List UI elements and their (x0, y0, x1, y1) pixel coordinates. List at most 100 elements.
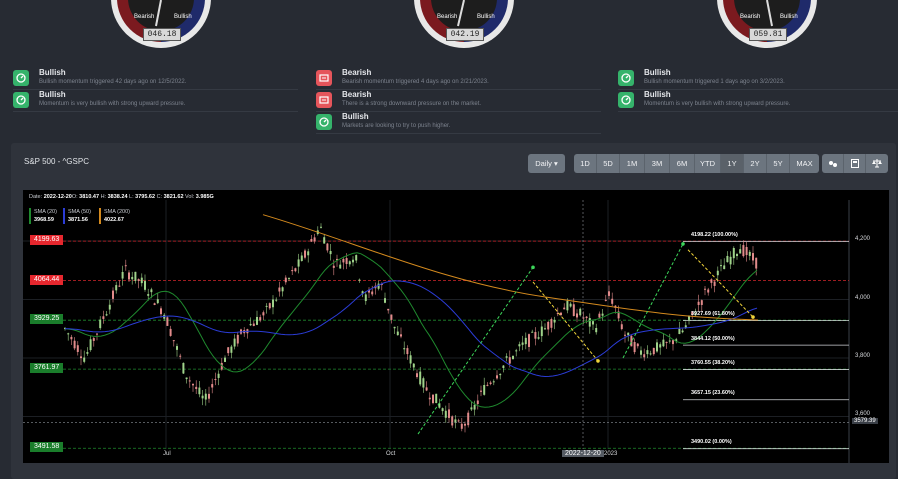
range-1y[interactable]: 1Y (721, 154, 744, 173)
candle (403, 348, 406, 350)
candle (169, 328, 172, 336)
range-1d[interactable]: 1D (574, 154, 597, 173)
candle (137, 279, 140, 281)
candle (310, 239, 313, 242)
candle (230, 346, 233, 353)
range-ytd[interactable]: YTD (695, 154, 721, 173)
signal-desc: Momentum is very bullish with strong upw… (39, 101, 186, 107)
candle (624, 334, 626, 336)
candle (620, 324, 623, 330)
candle (668, 340, 671, 342)
candle (579, 308, 582, 316)
candle (726, 255, 729, 263)
signal-item: Bullish Bullish momentum triggered 1 day… (618, 67, 898, 90)
candle (224, 357, 226, 362)
candle (585, 316, 588, 319)
candle (102, 316, 105, 319)
gauge-value: 042.19 (446, 28, 484, 41)
candle (70, 336, 73, 340)
candle (211, 384, 214, 388)
candle (192, 383, 194, 386)
cursor-price-label: 3579.39 (852, 418, 878, 424)
gauge-bearish-label: Bearish (437, 14, 458, 20)
candle (416, 373, 418, 378)
calculator-button[interactable] (844, 154, 866, 173)
gauge-3: Bearish Bullish 059.81 (714, 0, 820, 56)
candle (681, 330, 684, 333)
candle (633, 341, 636, 353)
x-tick-jul: Jul (163, 451, 171, 457)
candle (320, 226, 322, 228)
candle (153, 303, 156, 306)
gauge-1: Bearish Bullish 046.18 (108, 0, 214, 56)
range-max[interactable]: MAX (790, 154, 819, 173)
indicators-button[interactable] (822, 154, 844, 173)
signal-title: Bearish (342, 68, 372, 77)
range-3m[interactable]: 3M (645, 154, 670, 173)
range-6m[interactable]: 6M (670, 154, 695, 173)
range-2y[interactable]: 2Y (744, 154, 767, 173)
candle (550, 319, 553, 328)
candle (188, 380, 191, 382)
candle (643, 354, 646, 358)
range-5d[interactable]: 5D (597, 154, 620, 173)
candle (96, 333, 98, 335)
candle (384, 298, 386, 303)
candle (323, 237, 326, 244)
candle (227, 347, 230, 354)
candle (406, 348, 409, 355)
candle (496, 375, 498, 379)
candle (198, 387, 201, 395)
level-tag-4199: 4199.63 (30, 235, 64, 245)
chart-title: S&P 500 - ^GSPC (24, 157, 89, 166)
trend-arrow-head (596, 359, 600, 363)
candle (515, 350, 518, 352)
signal-title: Bearish (342, 90, 372, 99)
level-tag-3491: 3491.58 (30, 442, 64, 452)
candle (179, 355, 182, 357)
signal-item: Bearish Bearish momentum triggered 4 day… (316, 67, 601, 90)
candle (502, 365, 505, 368)
compare-button[interactable] (866, 154, 888, 173)
chart-canvas[interactable] (23, 190, 889, 463)
signal-desc: Momentum is very bullish with strong upw… (644, 101, 791, 107)
candle (291, 270, 294, 272)
candle (288, 278, 290, 280)
candle (73, 340, 76, 349)
candle (592, 321, 594, 325)
candle (732, 248, 735, 259)
candle (480, 390, 482, 392)
candle (576, 313, 578, 318)
candle (537, 337, 540, 339)
candle (729, 256, 732, 265)
candle (249, 323, 252, 326)
candle (172, 340, 175, 342)
price-chart[interactable]: Date: 2022-12-20O: 3810.47 H: 3838.24 L:… (23, 190, 889, 463)
signal-title: Bullish (644, 90, 671, 99)
candle (201, 395, 204, 399)
candle (364, 294, 367, 302)
sma-20-legend: SMA (20) 3968.59 (29, 208, 57, 224)
candle (524, 337, 527, 345)
signal-title: Bullish (342, 112, 369, 121)
settings-icon (828, 160, 837, 167)
candle (646, 350, 649, 355)
candle (428, 397, 431, 400)
fib-label-236: 3657.15 (23.60%) (691, 390, 735, 396)
range-5y[interactable]: 5Y (767, 154, 790, 173)
signal-desc: Bullish momentum triggered 42 days ago o… (39, 79, 187, 85)
range-1m[interactable]: 1M (620, 154, 645, 173)
candle (121, 272, 124, 279)
candle (563, 307, 566, 310)
candle (400, 334, 402, 337)
interval-dropdown[interactable]: Daily ▾ (528, 154, 565, 173)
candle (419, 371, 422, 385)
candle (435, 393, 438, 404)
gauge-value: 059.81 (749, 28, 787, 41)
signal-desc: Markets are looking to try to push highe… (342, 123, 451, 129)
candle (432, 394, 434, 404)
gauge-2: Bearish Bullish 042.19 (411, 0, 517, 56)
candle (393, 326, 396, 329)
trend-arrow-head (751, 315, 755, 319)
candle (108, 304, 111, 310)
